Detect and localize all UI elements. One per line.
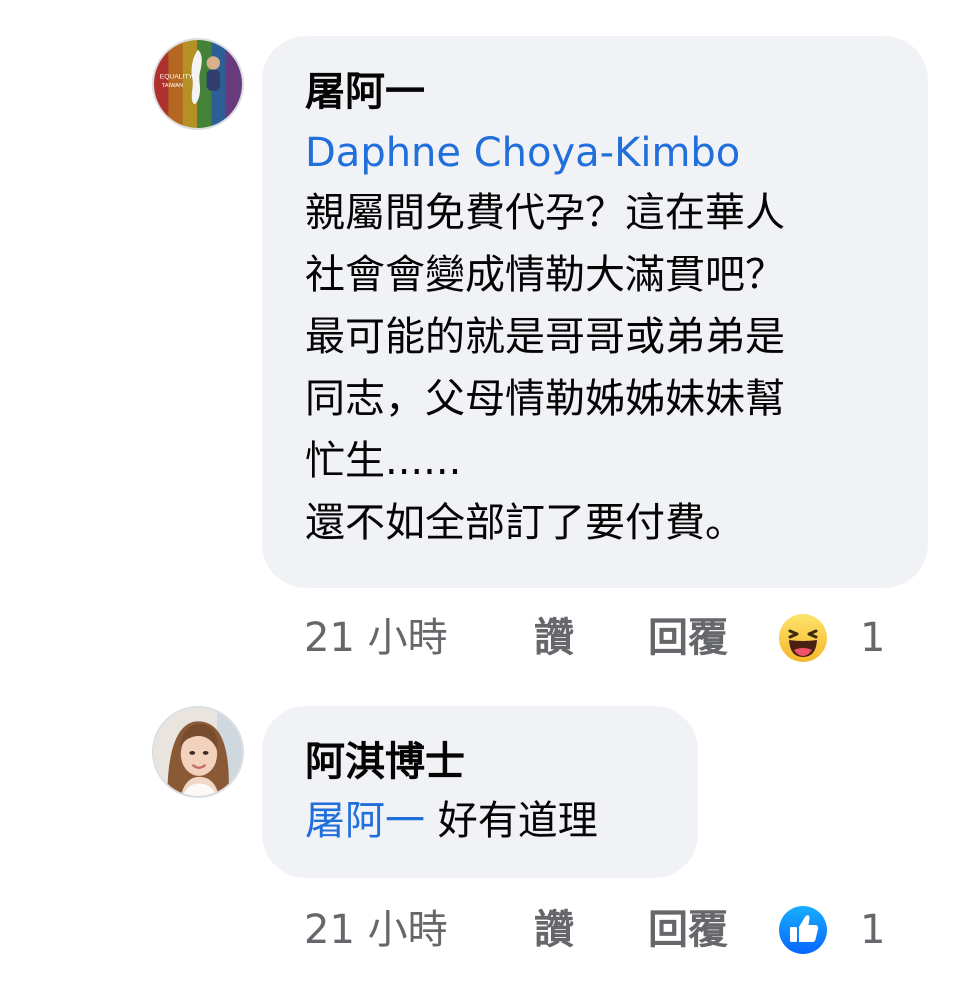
comment-thread: EQUALITY TAIWAN 屠阿一 Daphne Choya-Kimbo 親… (0, 0, 960, 997)
avatar-caption-2: TAIWAN (162, 83, 184, 89)
comment-actions-1: 21 小時 讚 回覆 1 (304, 610, 924, 666)
comment-timestamp[interactable]: 21 小時 (304, 610, 448, 666)
comment-timestamp[interactable]: 21 小時 (304, 902, 448, 958)
haha-emoji-icon[interactable] (778, 613, 828, 663)
comment-actions-2: 21 小時 讚 回覆 1 (304, 902, 924, 958)
comment-author-name[interactable]: 屠阿一 (305, 64, 928, 120)
comment-text: 屠阿一 好有道理 (305, 792, 698, 850)
comment-text-body: 好有道理 (425, 798, 598, 844)
reaction-count[interactable]: 1 (860, 902, 885, 958)
rainbow-avatar-image: EQUALITY TAIWAN (154, 40, 242, 128)
avatar-tuayi[interactable]: EQUALITY TAIWAN (152, 38, 244, 130)
mention-line: Daphne Choya-Kimbo (305, 124, 928, 182)
mention-link[interactable]: 屠阿一 (305, 798, 425, 844)
avatar-caption-1: EQUALITY (160, 73, 194, 80)
like-button[interactable]: 讚 (534, 902, 574, 958)
avatar-drchi[interactable] (152, 706, 244, 798)
comment-text-line-3: 最可能的就是哥哥或弟弟是 (305, 314, 785, 360)
reply-button[interactable]: 回覆 (648, 610, 728, 666)
comment-text-line-5: 忙生...... (305, 438, 462, 484)
mention-link[interactable]: Daphne Choya-Kimbo (305, 130, 740, 176)
profile-photo-image (154, 708, 242, 796)
comment-bubble-2: 阿淇博士 屠阿一 好有道理 (262, 706, 698, 878)
reaction-count[interactable]: 1 (860, 610, 885, 666)
comment-text-line-6: 還不如全部訂了要付費。 (305, 500, 745, 546)
like-button[interactable]: 讚 (534, 610, 574, 666)
comment-author-name[interactable]: 阿淇博士 (305, 734, 698, 790)
comment-text-line-1: 親屬間免費代孕？這在華人 (305, 190, 785, 236)
comment-text-line-4: 同志，父母情勒姊姊妹妹幫 (305, 376, 785, 422)
comment-text-line-2: 社會會變成情勒大滿貫吧？ (305, 252, 785, 298)
reply-button[interactable]: 回覆 (648, 902, 728, 958)
like-thumb-icon[interactable] (778, 905, 828, 955)
comment-bubble-1: 屠阿一 Daphne Choya-Kimbo 親屬間免費代孕？這在華人 社會會變… (262, 36, 928, 588)
